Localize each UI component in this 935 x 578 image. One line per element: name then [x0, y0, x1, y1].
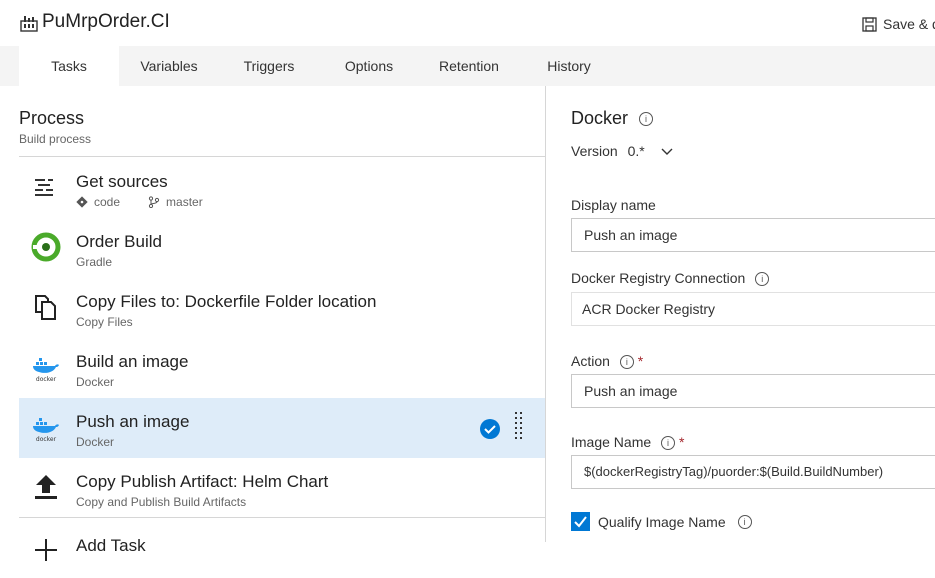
- save-label: Save & q: [883, 16, 935, 32]
- copy-files-icon: [35, 295, 56, 320]
- tab-options[interactable]: Options: [334, 46, 404, 86]
- branch-name: master: [166, 195, 203, 209]
- upload-icon: [35, 475, 57, 499]
- repo-name: code: [94, 195, 121, 209]
- drag-handle-icon[interactable]: [515, 412, 523, 444]
- task-title: Copy Files to: Dockerfile Folder locatio…: [76, 292, 377, 311]
- get-sources-icon: [35, 179, 53, 196]
- task-title: Build an image: [76, 352, 189, 371]
- task-title: Add Task: [76, 536, 146, 555]
- tab-triggers[interactable]: Triggers: [232, 46, 306, 86]
- task-source-info: code master: [76, 195, 203, 209]
- process-subtitle: Build process: [19, 132, 92, 146]
- task-copy-files[interactable]: Copy Files to: Dockerfile Folder locatio…: [19, 278, 545, 338]
- info-icon[interactable]: i: [619, 355, 634, 370]
- git-repo-icon: [76, 196, 88, 208]
- version-value: 0.*: [627, 143, 645, 159]
- save-icon: [862, 16, 877, 32]
- task-type: Gradle: [76, 255, 113, 269]
- image-name-label: Image Name i *: [571, 434, 685, 451]
- version-selector[interactable]: Version 0.*: [571, 143, 673, 159]
- branch-icon: [148, 196, 160, 208]
- task-type: Copy Files: [76, 315, 133, 329]
- task-title: Copy Publish Artifact: Helm Chart: [76, 472, 329, 491]
- tab-bar: Tasks Variables Triggers Options Retenti…: [0, 46, 935, 86]
- task-build-image[interactable]: docker Build an image Docker: [19, 338, 545, 398]
- save-and-queue-button[interactable]: Save & q: [862, 14, 935, 34]
- docker-icon: docker: [33, 418, 59, 442]
- chevron-down-icon: [661, 148, 673, 156]
- process-title: Process: [19, 108, 85, 128]
- task-copy-publish-artifact[interactable]: Copy Publish Artifact: Helm Chart Copy a…: [19, 458, 545, 518]
- info-icon[interactable]: i: [661, 436, 676, 451]
- task-order-build[interactable]: Order Build Gradle: [19, 218, 545, 278]
- task-title: Push an image: [76, 412, 190, 431]
- qualify-image-name-label: Qualify Image Name: [598, 513, 726, 530]
- svg-text:docker: docker: [36, 376, 57, 382]
- info-icon[interactable]: i: [737, 514, 752, 529]
- svg-text:docker: docker: [36, 436, 57, 442]
- tab-retention[interactable]: Retention: [430, 46, 508, 86]
- image-name-input[interactable]: $(dockerRegistryTag)/puorder:$(Build.Bui…: [571, 455, 935, 489]
- task-details-title: Docker i: [571, 108, 654, 129]
- task-get-sources[interactable]: Get sources code master: [19, 158, 545, 218]
- action-label: Action i *: [571, 353, 644, 370]
- task-type: Docker: [76, 375, 115, 389]
- add-task-button[interactable]: Add Task: [19, 518, 545, 578]
- version-label: Version: [571, 143, 618, 159]
- build-pipeline-icon: [20, 16, 38, 32]
- display-name-label: Display name: [571, 197, 656, 213]
- divider: [19, 156, 545, 157]
- title-bar: PuMrpOrder.CI Save & q: [0, 0, 935, 46]
- info-icon[interactable]: i: [755, 272, 770, 287]
- docker-icon: docker: [33, 358, 59, 382]
- info-icon[interactable]: i: [639, 112, 654, 127]
- tab-history[interactable]: History: [536, 46, 602, 86]
- task-title: Get sources: [76, 172, 168, 191]
- pipeline-title: PuMrpOrder.CI: [42, 11, 170, 32]
- display-name-input[interactable]: Push an image: [571, 218, 935, 252]
- registry-connection-label: Docker Registry Connection i: [571, 270, 770, 287]
- action-select[interactable]: Push an image: [571, 374, 935, 408]
- task-type: Copy and Publish Build Artifacts: [76, 495, 247, 509]
- checkmark-icon: [480, 419, 500, 439]
- qualify-image-name-option[interactable]: Qualify Image Name i: [571, 512, 752, 531]
- task-type: Docker: [76, 435, 115, 449]
- add-icon: [35, 539, 57, 561]
- tab-tasks[interactable]: Tasks: [19, 46, 119, 86]
- qualify-image-name-checkbox[interactable]: [571, 512, 590, 531]
- task-push-image[interactable]: docker Push an image Docker: [19, 398, 545, 458]
- gradle-icon: [31, 232, 61, 262]
- task-title: Order Build: [76, 232, 162, 251]
- process-pane: Process Build process Get sources code m…: [0, 86, 546, 561]
- tab-variables[interactable]: Variables: [130, 46, 208, 86]
- registry-connection-select[interactable]: ACR Docker Registry: [571, 292, 935, 326]
